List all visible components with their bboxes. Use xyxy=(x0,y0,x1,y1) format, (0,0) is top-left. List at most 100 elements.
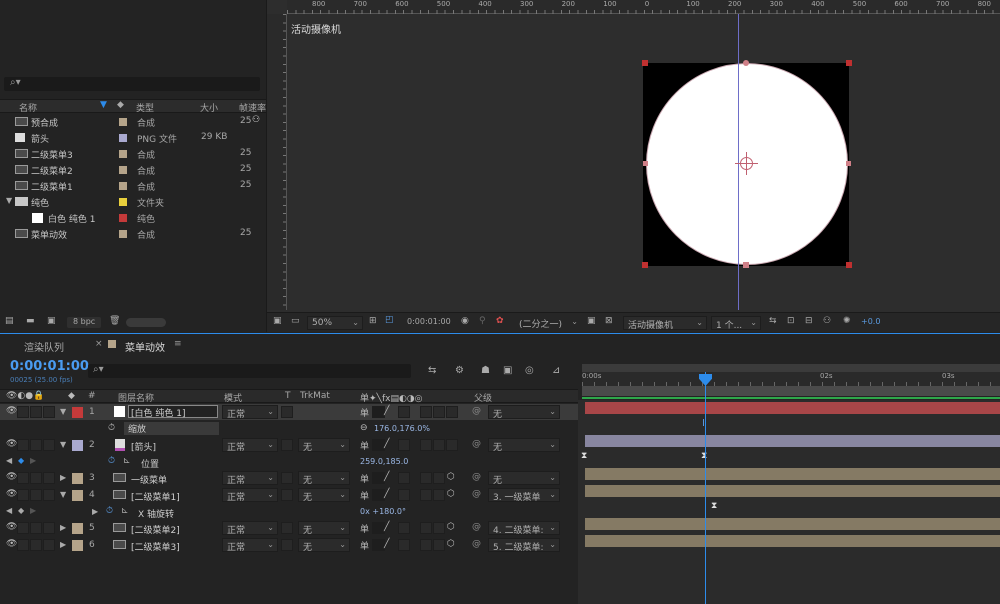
camera-dropdown[interactable]: 活动摄像机 ⌄ xyxy=(623,316,707,331)
shy-switch-icon[interactable]: 单 xyxy=(360,522,369,535)
layer-duration-bar[interactable] xyxy=(585,534,1000,547)
adjustment-toggle[interactable] xyxy=(433,472,445,485)
stopwatch-icon[interactable]: ⏱ xyxy=(106,506,113,516)
property-value[interactable]: 0x +180.0° xyxy=(360,507,406,516)
time-ruler[interactable]: 0:00s 02s 03s xyxy=(582,372,1000,386)
preserve-transparency-toggle[interactable] xyxy=(281,522,293,535)
color-channel-icon[interactable]: ✿ xyxy=(496,316,504,326)
parent-dropdown[interactable]: 无 ⌄ xyxy=(488,438,560,453)
layer-label-color[interactable] xyxy=(72,440,83,452)
solo-toggle[interactable] xyxy=(30,522,42,535)
column-name[interactable]: 名称 xyxy=(19,101,37,114)
lock-toggle[interactable] xyxy=(43,439,55,452)
solo-toggle[interactable] xyxy=(30,439,42,452)
preserve-transparency-toggle[interactable] xyxy=(281,472,293,485)
project-item[interactable]: 菜单动效 合成 25 xyxy=(0,226,266,242)
layer-label-color[interactable] xyxy=(72,539,83,551)
adjustment-toggle[interactable] xyxy=(433,439,445,452)
constrain-link-icon[interactable]: ⊖ xyxy=(360,423,368,433)
quality-line-icon[interactable]: ╱ xyxy=(384,539,389,549)
visibility-eye-icon[interactable]: 👁 xyxy=(6,489,17,499)
layer-duration-bar[interactable] xyxy=(585,468,1000,481)
layer-duration-bar[interactable] xyxy=(585,402,1000,414)
views-dropdown[interactable]: 1 个... ⌄ xyxy=(711,316,761,331)
expand-arrow-icon[interactable]: ▶ xyxy=(60,473,66,482)
show-snapshot-icon[interactable]: ⚲ xyxy=(479,316,486,326)
handle-left[interactable] xyxy=(643,161,648,166)
keyframe-icon[interactable]: ⧗ xyxy=(711,501,717,511)
blend-mode-dropdown[interactable]: 正常 ⌄ xyxy=(222,537,278,553)
lock-toggle[interactable] xyxy=(43,406,55,418)
layer-label-color[interactable] xyxy=(72,490,83,501)
preserve-transparency-toggle[interactable] xyxy=(281,439,293,452)
project-item[interactable]: ▼ 纯色 文件夹 xyxy=(0,194,266,210)
close-tab-icon[interactable]: × xyxy=(95,339,103,349)
resolution-dropdown[interactable]: (二分之一) ⌄ xyxy=(515,316,581,330)
work-area-bar[interactable] xyxy=(582,364,1000,372)
viewer-timecode[interactable]: 0:00:01:00 xyxy=(407,317,451,326)
bpc-badge[interactable]: 8 bpc xyxy=(67,317,101,328)
audio-toggle[interactable] xyxy=(17,406,29,418)
preserve-transparency-toggle[interactable] xyxy=(281,406,293,418)
transparency-grid-icon[interactable]: ◰ xyxy=(385,315,394,325)
layer-name[interactable]: [二级菜单2] xyxy=(131,523,180,536)
layer-duration-bar[interactable] xyxy=(585,518,1000,531)
parent-dropdown[interactable]: 5. 二级菜单: ⌄ xyxy=(488,537,560,553)
trkmat-dropdown[interactable]: 无 ⌄ xyxy=(298,521,350,536)
visibility-eye-icon[interactable]: 👁 xyxy=(6,522,17,532)
graph-icon[interactable]: ⊾ xyxy=(121,506,129,516)
fx-toggle[interactable] xyxy=(398,538,410,551)
always-preview-icon[interactable]: ▣ xyxy=(273,316,282,326)
adjustment-toggle[interactable] xyxy=(433,489,445,501)
solo-toggle[interactable] xyxy=(30,472,42,485)
add-keyframe-icon[interactable]: ◆ xyxy=(18,506,24,515)
layer-label-color[interactable] xyxy=(72,473,83,485)
timeline-layer-row[interactable]: 👁 ▼ 2 [箭头] 正常 ⌄ 无 ⌄ 单 ╱ @ 无 ⌄ xyxy=(0,437,578,453)
property-value[interactable]: 176.0,176.0% xyxy=(374,424,430,433)
graph-editor-icon[interactable]: ⊿ xyxy=(552,365,560,376)
project-search-field[interactable]: ⌕▾ xyxy=(4,77,260,91)
handle-tr[interactable] xyxy=(846,60,852,66)
collapse-arrow-icon[interactable]: ▼ xyxy=(60,407,66,416)
motion-blur-toggle[interactable] xyxy=(420,406,432,418)
shy-layers-icon[interactable]: ☗ xyxy=(481,365,490,376)
zoom-dropdown[interactable]: 50% ⌄ xyxy=(307,316,363,330)
quality-line-icon[interactable]: ╱ xyxy=(384,489,389,499)
toggle-grid-icon[interactable]: ⊠ xyxy=(605,316,613,326)
roi-icon[interactable]: ▣ xyxy=(587,316,596,326)
exposure-value[interactable]: +0.0 xyxy=(861,317,880,326)
timeline-layer-row[interactable]: 👁 ▼ 4 [二级菜单1] 正常 ⌄ 无 ⌄ 单 ╱ ⬡ @ 3. 一级菜单 ⌄ xyxy=(0,487,578,503)
trkmat-dropdown[interactable]: 无 ⌄ xyxy=(298,488,350,503)
preserve-transparency-toggle[interactable] xyxy=(281,489,293,501)
property-row[interactable]: ⏱ 缩放 ⊖ 176.0,176.0% xyxy=(0,421,578,437)
lock-toggle[interactable] xyxy=(43,489,55,501)
property-row[interactable]: ◀ ◆ ▶ ▶ ⏱ ⊾ X 轴旋转 0x +180.0° xyxy=(0,504,578,520)
3d-layer-toggle[interactable] xyxy=(446,406,458,418)
visibility-eye-icon[interactable]: 👁 xyxy=(6,439,17,449)
trkmat-dropdown[interactable]: 无 ⌄ xyxy=(298,438,350,453)
property-row[interactable]: ◀ ◆ ▶ ⏱ ⊾ 位置 259.0,185.0 xyxy=(0,454,578,470)
project-item[interactable]: 白色 纯色 1 纯色 xyxy=(0,210,266,226)
shy-switch-icon[interactable]: 单 xyxy=(360,406,369,419)
fx-toggle[interactable] xyxy=(398,406,410,418)
expand-arrow-icon[interactable]: ▶ xyxy=(60,540,66,549)
lock-toggle[interactable] xyxy=(43,472,55,485)
motion-blur-toggle[interactable] xyxy=(420,439,432,452)
quality-line-icon[interactable]: ╱ xyxy=(384,439,389,449)
pickwhip-icon[interactable]: @ xyxy=(472,406,481,416)
interpret-footage-icon[interactable]: ▤ xyxy=(5,316,14,326)
prev-keyframe-icon[interactable]: ◀ xyxy=(6,456,12,465)
add-keyframe-icon[interactable]: ◆ xyxy=(18,456,24,465)
audio-toggle[interactable] xyxy=(17,522,29,535)
property-value[interactable]: 259.0,185.0 xyxy=(360,457,408,466)
frame-blending-icon[interactable]: ▣ xyxy=(503,365,512,376)
trash-icon[interactable]: 🗑 xyxy=(109,316,120,326)
blend-mode-dropdown[interactable]: 正常 ⌄ xyxy=(222,488,278,503)
prev-keyframe-icon[interactable]: ◀ xyxy=(6,506,12,515)
trkmat-dropdown[interactable]: 无 ⌄ xyxy=(298,471,350,486)
collapse-arrow-icon[interactable]: ▼ xyxy=(60,490,66,499)
fast-preview-icon[interactable]: ⊡ xyxy=(787,316,795,326)
parent-dropdown[interactable]: 无 ⌄ xyxy=(488,471,560,486)
next-keyframe-icon[interactable]: ▶ xyxy=(30,456,36,465)
current-timecode[interactable]: 0:00:01:00 xyxy=(10,359,89,374)
